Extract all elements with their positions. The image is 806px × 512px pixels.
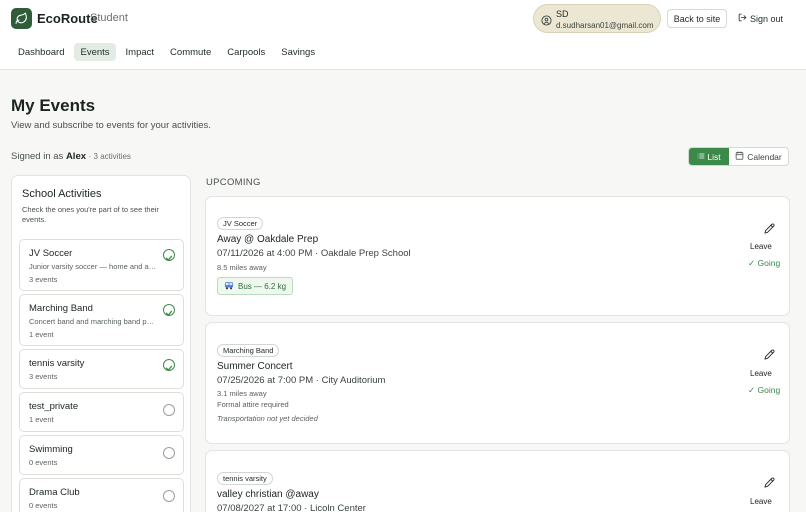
leave-button[interactable]: Leave [750,497,772,506]
activity-item-test-private[interactable]: test_private 1 event [19,392,184,432]
event-time-location: 07/25/2026 at 7:00 PM · City Auditorium [217,375,386,386]
leaf-logo-icon[interactable] [11,8,32,29]
sign-out-label: Sign out [750,13,784,24]
edit-pencil-icon[interactable] [764,347,775,365]
activity-name: Marching Band [29,303,93,314]
nav-dashboard[interactable]: Dashboard [12,43,70,61]
signed-in-name: Alex [65,151,87,162]
going-status: ✓ Going [748,385,781,395]
list-icon [697,152,705,162]
activity-item-drama-club[interactable]: Drama Club 0 events [19,478,184,512]
calendar-icon [735,151,744,162]
top-header: EcoRoute Student SD d.sudharsan01@gmail.… [0,0,806,70]
back-to-site-button[interactable]: Back to site [667,9,727,28]
going-status: ✓ Going [748,258,781,268]
calendar-view-button[interactable]: Calendar [729,148,788,165]
event-card: tennis varsity valley christian @away 07… [205,450,790,512]
nav-impact[interactable]: Impact [120,43,161,61]
leave-button[interactable]: Leave [750,242,772,251]
edit-pencil-icon[interactable] [764,475,775,493]
nav-savings[interactable]: Savings [275,43,321,61]
user-circle-icon [541,13,552,31]
transport-badge: Bus — 6.2 kg [217,277,294,295]
calendar-view-label: Calendar [747,151,782,162]
activity-count: 0 events [29,458,58,467]
activity-item-jv-soccer[interactable]: JV Soccer Junior varsity soccer — home a… [19,239,184,291]
app-name[interactable]: EcoRoute [37,11,98,26]
event-card: Marching Band Summer Concert 07/25/2026 … [205,322,790,444]
bus-icon [224,281,234,292]
activity-description: Concert band and marching band performan… [29,317,157,326]
list-view-label: List [707,151,721,162]
app-role: Student [90,12,128,24]
activity-name: tennis varsity [29,358,85,369]
upcoming-section-label: UPCOMING [206,177,261,188]
user-menu[interactable]: SD d.sudharsan01@gmail.com [533,4,661,33]
activity-name: JV Soccer [29,248,73,259]
nav-carpools[interactable]: Carpools [221,43,271,61]
page-title: My Events [11,96,96,115]
user-email: d.sudharsan01@gmail.com [556,21,654,30]
event-title: Summer Concert [217,361,293,372]
user-initials: SD [556,9,569,19]
edit-pencil-icon[interactable] [764,221,775,239]
activity-count: 1 event [29,330,54,339]
check-circle-icon[interactable] [163,359,175,371]
check-circle-icon[interactable] [163,304,175,316]
activity-name: Drama Club [29,487,80,498]
event-time-location: 07/08/2027 at 17:00 · Licoln Center [217,503,366,512]
sign-out-icon [738,13,747,24]
panel-title: School Activities [22,188,102,200]
event-activity-tag: JV Soccer [217,217,264,230]
event-title: valley christian @away [217,489,319,500]
activity-name: Swimming [29,444,73,455]
nav-events[interactable]: Events [74,43,116,61]
activity-count: 3 events [29,372,58,381]
signed-in-status: Signed in as Alex · 3 activities [11,151,131,162]
panel-description: Check the ones you're part of to see the… [22,205,159,224]
nav-commute[interactable]: Commute [164,43,217,61]
empty-circle-icon[interactable] [163,447,175,459]
sign-out-button[interactable]: Sign out [738,9,783,28]
event-time-location: 07/11/2026 at 4:00 PM · Oakdale Prep Sch… [217,248,411,259]
transport-badge-label: Bus — 6.2 kg [238,281,287,291]
activity-name: test_private [29,401,79,412]
activity-item-swimming[interactable]: Swimming 0 events [19,435,184,475]
activity-count: 1 event [29,415,54,424]
transport-status: Transportation not yet decided [217,414,318,423]
activity-count: 3 events [29,275,58,284]
activity-count: · 3 activities [88,152,131,161]
activity-item-tennis-varsity[interactable]: tennis varsity 3 events [19,349,184,389]
list-view-button[interactable]: List [689,148,729,165]
page-subtitle: View and subscribe to events for your ac… [11,120,211,131]
event-title: Away @ Oakdale Prep [217,234,319,245]
activity-count: 0 events [29,501,58,510]
event-distance: 8.5 miles away [217,263,267,272]
event-card: JV Soccer Away @ Oakdale Prep 07/11/2026… [205,196,790,316]
main-nav: Dashboard Events Impact Commute Carpools… [12,43,325,61]
signed-in-prefix: Signed in as [11,151,64,162]
check-circle-icon[interactable] [163,249,175,261]
empty-circle-icon[interactable] [163,404,175,416]
activity-description: Junior varsity soccer — home and away ga… [29,262,157,271]
view-toggle: List Calendar [688,147,789,166]
event-activity-tag: tennis varsity [217,472,273,485]
event-activity-tag: Marching Band [217,344,280,357]
activity-item-marching-band[interactable]: Marching Band Concert band and marching … [19,294,184,346]
event-note: Formal attire required [217,400,289,409]
school-activities-panel: School Activities Check the ones you're … [11,175,191,512]
event-distance: 3.1 miles away [217,389,267,398]
empty-circle-icon[interactable] [163,490,175,502]
leave-button[interactable]: Leave [750,369,772,378]
